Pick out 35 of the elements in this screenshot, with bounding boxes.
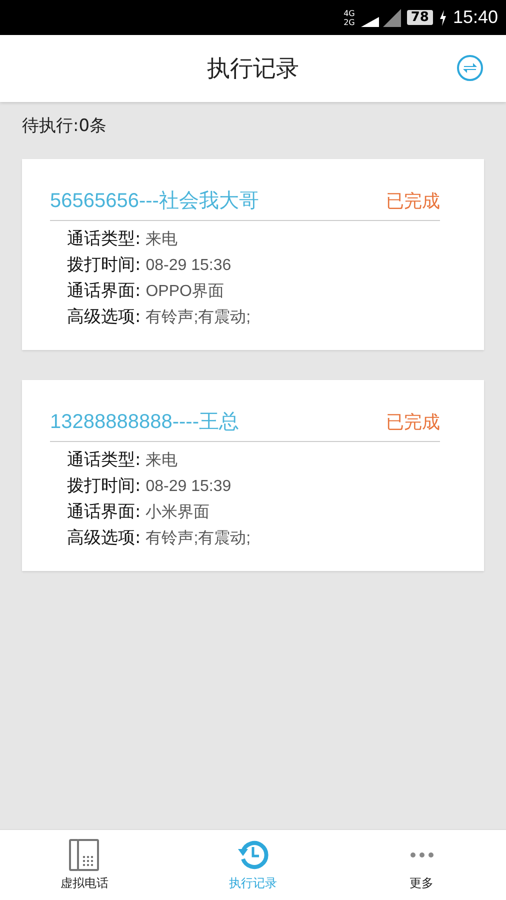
nav-tab[interactable]: 虚拟电话 <box>0 830 169 900</box>
nav-tab[interactable]: 更多 <box>337 830 506 900</box>
field-label: 通话界面: <box>67 280 141 302</box>
field-value: 有铃声;有震动; <box>146 308 251 328</box>
field-label: 通话类型: <box>67 228 141 250</box>
field-label: 通话界面: <box>67 501 141 523</box>
field-label: 高级选项: <box>67 306 141 328</box>
record-card[interactable]: 13288888888----王总 已完成 通话类型: 来电 拨打时间: 08-29 15:39 通话界面: 小米界面 高级选项: 有铃声;有震动; <box>22 380 484 571</box>
battery-icon: 78 <box>406 10 433 25</box>
field-value: 08-29 15:39 <box>146 478 232 496</box>
field-label: 拨打时间: <box>67 475 141 497</box>
history-icon <box>237 838 269 870</box>
record-title: 56565656---社会我大哥 <box>50 189 259 214</box>
signal-icon <box>360 8 401 26</box>
field-value: 小米界面 <box>146 502 210 523</box>
pending-count: 待执行:0条 <box>22 115 108 137</box>
clock: 15:40 <box>452 7 498 28</box>
field-value: 有铃声;有震动; <box>146 528 251 549</box>
field-value: 08-29 15:36 <box>146 257 232 275</box>
record-card[interactable]: 56565656---社会我大哥 已完成 通话类型: 来电 拨打时间: 08-29 15:36 通话界面: OPPO界面 高级选项: 有铃声;有震动; <box>22 159 484 350</box>
field-value: 来电 <box>146 230 178 250</box>
field-value: OPPO界面 <box>146 282 224 302</box>
phone-icon <box>68 838 100 870</box>
field-label: 高级选项: <box>67 527 141 549</box>
record-status: 已完成 <box>386 410 440 434</box>
field-label: 通话类型: <box>67 449 141 471</box>
charging-icon <box>438 10 447 26</box>
refresh-icon[interactable] <box>456 54 484 82</box>
more-icon <box>408 852 435 858</box>
record-title: 13288888888----王总 <box>50 410 239 435</box>
network-label: 4G 2G <box>344 8 355 26</box>
record-status: 已完成 <box>386 190 440 212</box>
field-value: 来电 <box>146 450 178 471</box>
field-label: 拨打时间: <box>67 254 141 276</box>
page-title: 执行记录 <box>207 55 299 84</box>
